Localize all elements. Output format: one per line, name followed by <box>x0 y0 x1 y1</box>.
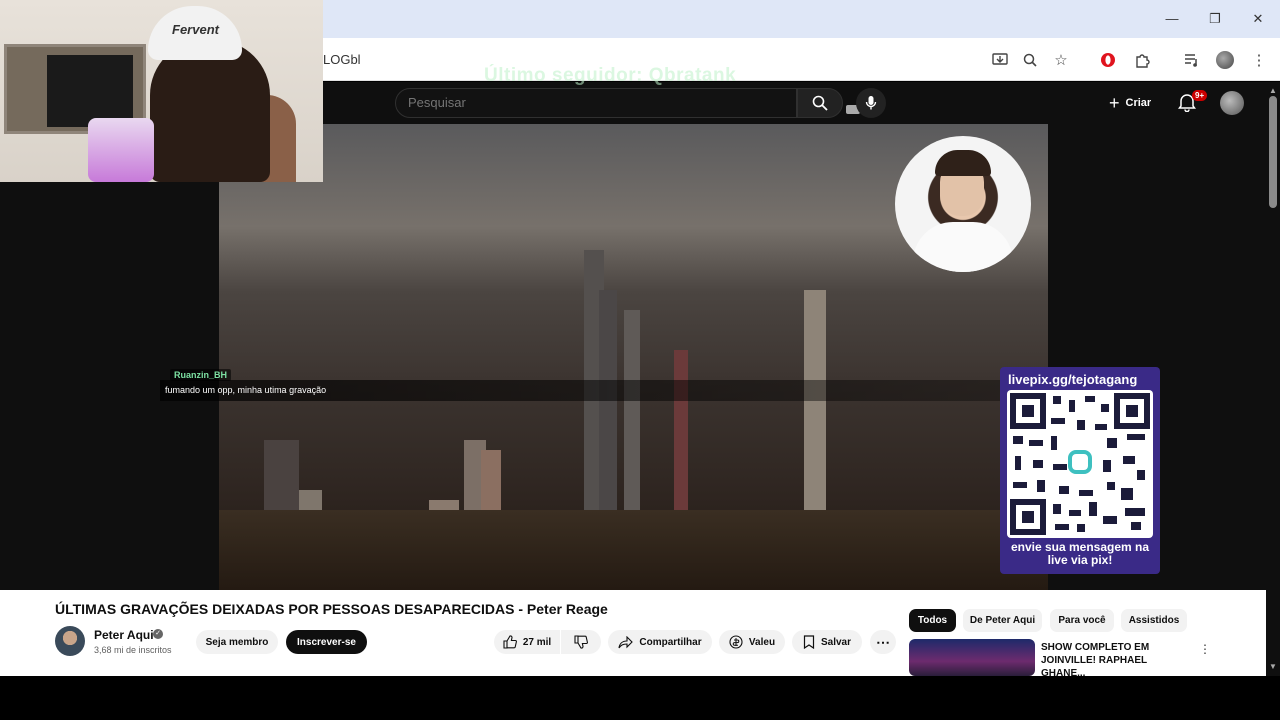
chip-todos[interactable]: Todos <box>909 609 956 632</box>
chip-label: De Peter Aqui <box>969 615 1036 626</box>
create-label: Criar <box>1125 97 1152 109</box>
search-input[interactable] <box>408 95 768 110</box>
recommendation-more-icon[interactable]: ⋮ <box>1199 642 1211 656</box>
donation-caption-line2: live via pix! <box>1047 553 1113 567</box>
chip-de-peter-aqui[interactable]: De Peter Aqui <box>963 609 1042 632</box>
profile-avatar[interactable] <box>1214 49 1236 71</box>
qr-code <box>1007 390 1153 538</box>
guest-shirt <box>913 222 1013 272</box>
save-label: Salvar <box>820 636 852 648</box>
video-title: ÚLTIMAS GRAVAÇÕES DEIXADAS POR PESSOAS D… <box>55 601 608 617</box>
restore-icon[interactable]: ❐ <box>1205 10 1225 28</box>
bookmark-star-icon[interactable]: ☆ <box>1050 49 1072 71</box>
create-button[interactable]: + Criar <box>1109 90 1151 116</box>
extensions-puzzle-icon[interactable] <box>1131 49 1153 71</box>
opera-extension-icon[interactable] <box>1097 49 1119 71</box>
webcam-person <box>150 40 270 182</box>
scroll-down-arrow-icon[interactable]: ▼ <box>1268 662 1278 671</box>
save-button[interactable]: Salvar <box>792 630 862 654</box>
thanks-button[interactable]: Valeu <box>719 630 785 654</box>
thumbs-up-icon <box>503 635 517 649</box>
plus-icon: + <box>1109 93 1120 113</box>
install-app-icon[interactable] <box>989 49 1011 71</box>
share-label: Compartilhar <box>639 636 702 648</box>
guest-webcam <box>895 136 1031 272</box>
more-horizontal-icon: ⋯ <box>876 633 890 650</box>
taskbar-black-area <box>0 676 1280 720</box>
chip-label: Todos <box>917 615 948 626</box>
zoom-icon[interactable] <box>1019 49 1041 71</box>
recommendation-thumbnail[interactable] <box>909 639 1035 676</box>
scrollbar-thumb[interactable] <box>1269 96 1277 208</box>
thanks-label: Valeu <box>748 636 776 648</box>
microphone-icon <box>865 96 877 110</box>
last-follower-overlay: Último seguidor: Qbratank <box>484 65 737 86</box>
channel-name[interactable]: Peter Aqui <box>94 628 154 642</box>
chip-assistidos[interactable]: Assistidos <box>1121 609 1187 632</box>
join-label: Seja membro <box>205 636 269 648</box>
donation-url: livepix.gg/tejotagang <box>1008 372 1138 387</box>
webcam-cup <box>88 118 154 182</box>
bookmark-icon <box>803 635 815 649</box>
cap-logo-text: Fervent <box>172 22 219 37</box>
subscribe-button[interactable]: Inscrever-se <box>286 630 367 654</box>
chip-label: Para você <box>1058 615 1106 626</box>
search-box[interactable] <box>395 88 860 118</box>
recommendation-title[interactable]: SHOW COMPLETO EM JOINVILLE! RAPHAEL GHAN… <box>1041 641 1191 680</box>
thumbs-down-icon <box>574 635 588 649</box>
youtube-header: + Criar 9+ <box>323 82 1280 124</box>
subscriber-count: 3,68 mi de inscritos <box>94 645 172 655</box>
search-icon <box>812 95 828 111</box>
more-actions-button[interactable]: ⋯ <box>870 630 896 654</box>
channel-avatar[interactable] <box>55 626 85 656</box>
browser-menu-icon[interactable]: ⋮ <box>1248 49 1270 71</box>
close-icon[interactable]: ✕ <box>1248 10 1268 28</box>
verified-check-icon: ✓ <box>153 629 163 639</box>
screen: — ❐ ✕ LOGbl ☆ ⋮ Pesquisar + Criar 9+ Últ… <box>0 0 1280 720</box>
voice-search-button[interactable] <box>856 88 886 118</box>
search-button[interactable] <box>797 88 843 118</box>
donation-caption: envie sua mensagem na live via pix! <box>1004 541 1156 567</box>
streamer-webcam: Fervent <box>0 0 323 182</box>
scroll-up-arrow-icon[interactable]: ▲ <box>1268 86 1278 95</box>
account-avatar[interactable] <box>1220 91 1244 115</box>
url-text[interactable]: LOGbl <box>323 52 361 67</box>
media-queue-icon[interactable] <box>1181 49 1203 71</box>
super-thanks-icon <box>729 635 743 649</box>
notification-badge: 9+ <box>1192 90 1208 101</box>
join-button[interactable]: Seja membro <box>196 630 278 654</box>
share-arrow-icon <box>618 635 634 648</box>
like-count: 27 mil <box>522 636 552 648</box>
chip-para-voce[interactable]: Para você <box>1050 609 1114 632</box>
minimize-icon[interactable]: — <box>1162 10 1182 28</box>
chat-message: fumando um opp, minha utima gravação <box>165 385 327 395</box>
guest-hair <box>935 150 991 176</box>
chat-username: Ruanzin_BH <box>170 369 232 381</box>
share-button[interactable]: Compartilhar <box>608 630 712 654</box>
like-button[interactable]: 27 mil <box>494 630 560 654</box>
subscribe-label: Inscrever-se <box>297 636 356 648</box>
chip-label: Assistidos <box>1128 615 1180 626</box>
dislike-button[interactable] <box>561 630 601 654</box>
